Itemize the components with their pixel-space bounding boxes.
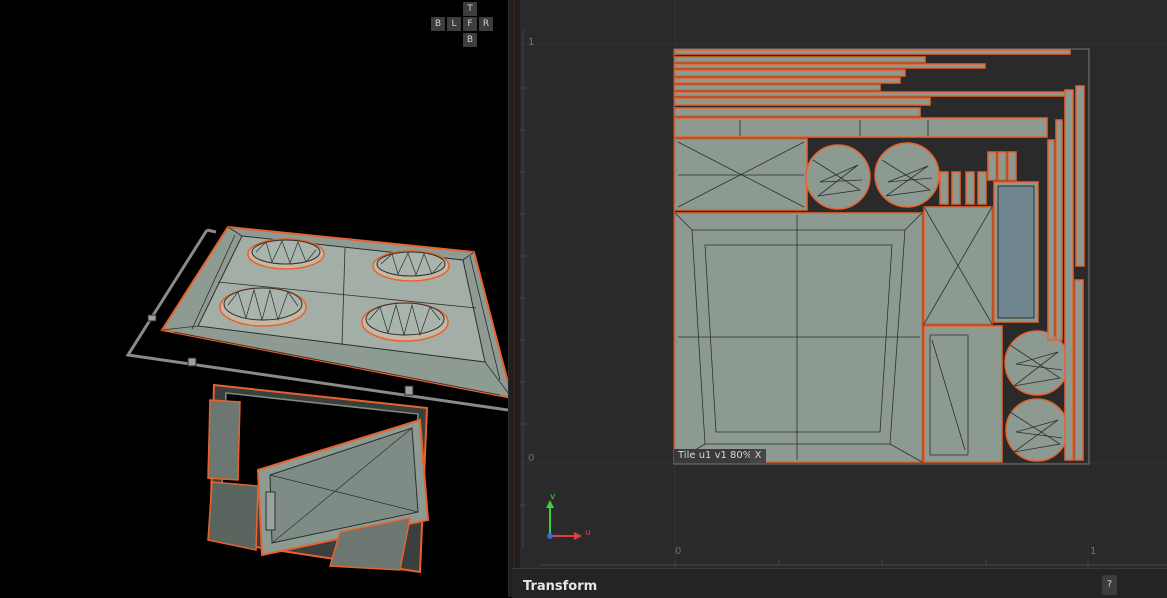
v-axis-label: v — [550, 492, 556, 502]
uv-ruler-label-u0: 0 — [675, 546, 682, 557]
help-button[interactable]: ? — [1102, 575, 1117, 595]
tile-close-button[interactable]: X — [750, 449, 766, 463]
bottom-panel: Transform ? — [512, 568, 1167, 598]
uv-grid — [520, 0, 1167, 568]
uv-ruler-label-v1: 1 — [528, 37, 535, 48]
uv-ruler-label-v0: 0 — [528, 453, 535, 464]
uv-ruler-label-u1: 1 — [1090, 546, 1097, 557]
3d-model-view — [125, 225, 508, 574]
oven-door-mesh — [207, 383, 430, 574]
transform-panel-title[interactable]: Transform — [523, 579, 597, 594]
u-axis-label: u — [585, 528, 591, 538]
3d-viewport[interactable]: T B L F R B — [0, 0, 508, 597]
uv-editor-panel[interactable]: 1 0 0 1 v u — [520, 0, 1167, 568]
selected-uv-island — [997, 185, 1035, 319]
stove-top-mesh — [160, 225, 508, 399]
tile-info-label: Tile u1 v1 80% — [674, 449, 757, 463]
